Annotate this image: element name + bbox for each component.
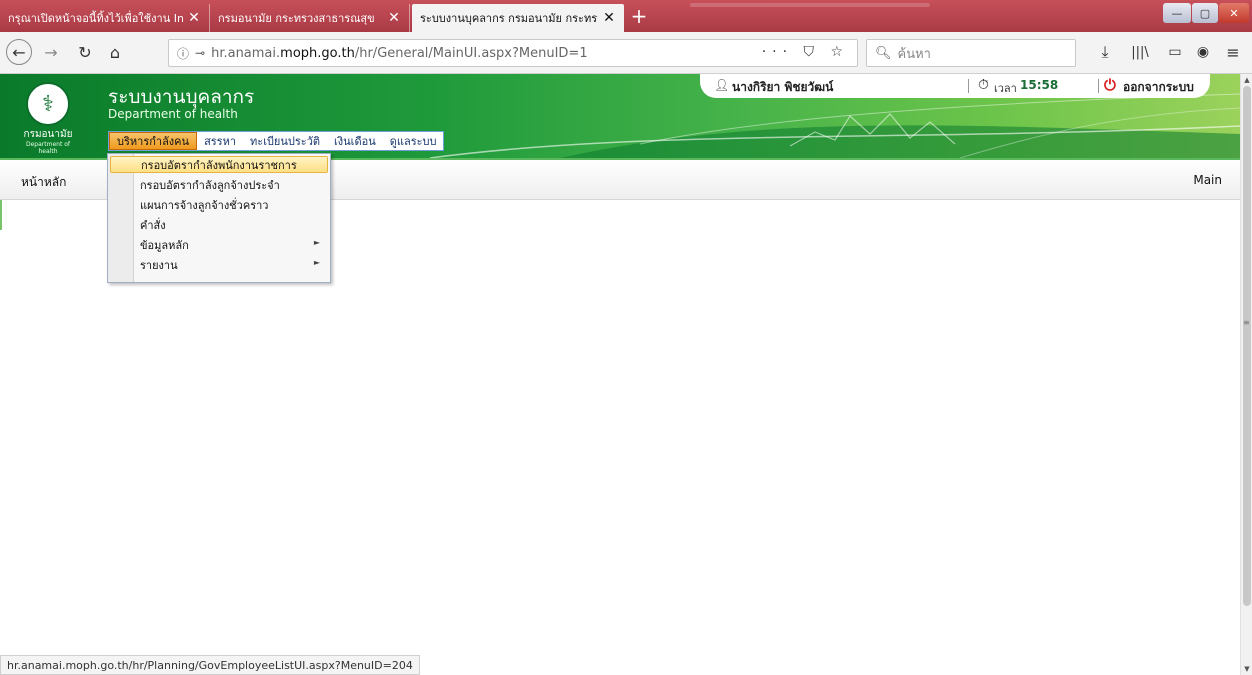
- site-header: ⚕ กรมอนามัย Department of health ระบบงาน…: [0, 74, 1240, 158]
- web-page: ⚕ กรมอนามัย Department of health ระบบงาน…: [0, 74, 1240, 675]
- key-icon[interactable]: ⊸: [195, 46, 205, 60]
- menu-recruitment[interactable]: สรรหา: [197, 132, 243, 150]
- home-icon[interactable]: ⌂: [104, 41, 126, 63]
- search-placeholder: ค้นหา: [897, 46, 931, 62]
- address-bar[interactable]: ⓘ ⊸ hr.anamai.moph.go.th/hr/General/Main…: [168, 39, 858, 67]
- stopwatch-icon: ⏱︎: [978, 77, 989, 93]
- logout-link[interactable]: ออกจากระบบ: [1123, 78, 1194, 97]
- maximize-button[interactable]: ▢: [1192, 3, 1218, 23]
- logo-subtitle: Department of health: [26, 141, 70, 155]
- logo-text: กรมอนามัย: [23, 129, 73, 140]
- menu-icon[interactable]: ≡: [1222, 41, 1244, 63]
- tab-close-icon[interactable]: ✕: [387, 10, 401, 26]
- navigation-toolbar: ← → ↻ ⌂ ⓘ ⊸ hr.anamai.moph.go.th/hr/Gene…: [0, 32, 1252, 74]
- tab-close-icon[interactable]: ✕: [602, 10, 616, 26]
- tab-close-icon[interactable]: ✕: [187, 10, 201, 26]
- menu-salary[interactable]: เงินเดือน: [327, 132, 383, 150]
- dropdown-item-label: รายงาน: [140, 258, 178, 272]
- dropdown-item-orders[interactable]: คำสั่ง: [110, 216, 328, 233]
- dropdown-item-reports[interactable]: รายงาน ►: [110, 256, 328, 273]
- scrollbar-grip-icon: ≡: [1243, 318, 1250, 327]
- system-subtitle: Department of health: [108, 107, 238, 121]
- url-host-prefix: hr.anamai.: [211, 45, 281, 61]
- department-logo: ⚕: [26, 82, 70, 126]
- reload-icon[interactable]: ↻: [74, 41, 96, 63]
- url-text[interactable]: hr.anamai.moph.go.th/hr/General/MainUI.a…: [211, 46, 588, 61]
- breadcrumb-page: Main: [1193, 173, 1222, 187]
- scroll-up-icon[interactable]: ▲: [1241, 76, 1252, 84]
- url-path: /hr/General/MainUI.aspx?MenuID=1: [354, 45, 588, 61]
- time-label: เวลา: [994, 82, 1017, 95]
- library-icon[interactable]: |||\: [1129, 41, 1151, 63]
- submenu-arrow-icon: ►: [313, 258, 320, 267]
- scroll-down-icon[interactable]: ▼: [1241, 665, 1252, 673]
- url-domain: moph.go.th: [280, 45, 355, 61]
- caduceus-icon: ⚕: [42, 91, 54, 117]
- dropdown-item-temporary-hiring-plan[interactable]: แผนการจ้างลูกจ้างชั่วคราว: [110, 196, 328, 213]
- dropdown-item-label: แผนการจ้างลูกจ้างชั่วคราว: [140, 198, 269, 212]
- dropdown-item-master-data[interactable]: ข้อมูลหลัก ►: [110, 236, 328, 253]
- close-window-button[interactable]: ✕: [1219, 3, 1249, 23]
- tab-anamai[interactable]: กรมอนามัย กระทรวงสาธารณสุข ✕: [210, 4, 410, 32]
- back-icon[interactable]: ←: [6, 39, 32, 65]
- separator: [1098, 79, 1099, 93]
- workforce-dropdown-menu: กรอบอัตรากำลังพนักงานราชการ กรอบอัตรากำล…: [107, 153, 331, 283]
- user-icon: 👤︎: [714, 78, 730, 92]
- sidebar-icon[interactable]: ▭: [1164, 41, 1186, 63]
- tab-intranet[interactable]: กรุณาเปิดหน้าจอนี้ทิ้งไว้เพื่อใช้งาน Int…: [0, 4, 210, 32]
- dropdown-item-label: คำสั่ง: [140, 218, 166, 232]
- info-icon[interactable]: ⓘ: [177, 45, 189, 62]
- menu-records[interactable]: ทะเบียนประวัติ: [243, 132, 327, 150]
- forward-icon[interactable]: →: [40, 41, 62, 63]
- scrollbar-thumb[interactable]: [1243, 86, 1251, 606]
- browser-tab-strip: กรุณาเปิดหน้าจอนี้ทิ้งไว้เพื่อใช้งาน Int…: [0, 0, 1252, 32]
- account-icon[interactable]: ◉: [1192, 41, 1214, 63]
- dropdown-item-gov-employee-quota[interactable]: กรอบอัตรากำลังพนักงานราชการ: [110, 156, 328, 173]
- user-name: นางกิริยา พิชยวัฒน์: [732, 80, 834, 94]
- title-bar-decoration: [690, 3, 930, 7]
- page-actions-icon[interactable]: ··· ⛉ ☆: [762, 44, 849, 60]
- search-input[interactable]: 🔍︎ ค้นหา: [866, 39, 1076, 67]
- main-menu: บริหารกำลังคน สรรหา ทะเบียนประวัติ เงินเ…: [108, 131, 445, 151]
- power-icon[interactable]: ⏻: [1104, 76, 1116, 94]
- tab-title: ระบบงานบุคลากร กรมอนามัย กระทรวง: [420, 12, 598, 25]
- menu-administration[interactable]: ดูแลระบบ: [383, 132, 444, 150]
- user-panel: 👤︎ นางกิริยา พิชยวัฒน์ ⏱︎ เวลา 15:58 ⏻ อ…: [700, 74, 1210, 98]
- tab-title: กรมอนามัย กระทรวงสาธารณสุข: [218, 12, 375, 25]
- dropdown-item-label: กรอบอัตรากำลังลูกจ้างประจำ: [140, 178, 280, 192]
- menu-workforce[interactable]: บริหารกำลังคน: [109, 132, 198, 150]
- minimize-button[interactable]: —: [1163, 3, 1191, 23]
- search-icon: 🔍︎: [875, 45, 892, 61]
- dropdown-item-label: กรอบอัตรากำลังพนักงานราชการ: [141, 158, 297, 172]
- breadcrumb-home[interactable]: หน้าหลัก: [21, 173, 66, 192]
- submenu-arrow-icon: ►: [313, 238, 320, 247]
- downloads-icon[interactable]: ⤓: [1094, 41, 1116, 63]
- dropdown-item-label: ข้อมูลหลัก: [140, 238, 189, 252]
- separator: [968, 79, 969, 93]
- link-status-bar: hr.anamai.moph.go.th/hr/Planning/GovEmpl…: [0, 655, 420, 675]
- new-tab-button[interactable]: +: [626, 5, 652, 29]
- dropdown-item-permanent-employee-quota[interactable]: กรอบอัตรากำลังลูกจ้างประจำ: [110, 176, 328, 193]
- time-value: 15:58: [1020, 78, 1059, 92]
- content-edge: [0, 200, 2, 230]
- vertical-scrollbar[interactable]: ▲ ≡ ▼: [1240, 74, 1252, 675]
- tab-hr-system[interactable]: ระบบงานบุคลากร กรมอนามัย กระทรวง ✕: [412, 4, 624, 32]
- tab-title: กรุณาเปิดหน้าจอนี้ทิ้งไว้เพื่อใช้งาน Int…: [8, 12, 183, 25]
